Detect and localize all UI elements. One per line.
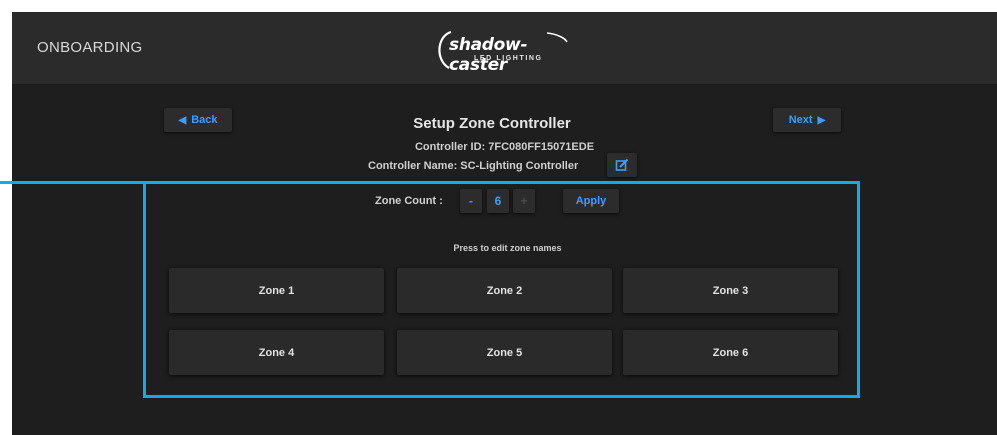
zone-count-label: Zone Count : (375, 195, 443, 207)
edit-icon (615, 158, 629, 171)
zone-count-increment-button[interactable]: + (513, 189, 535, 213)
zone-button-3[interactable]: Zone 3 (623, 268, 838, 313)
zone-button-1[interactable]: Zone 1 (169, 268, 384, 313)
zone-button-2[interactable]: Zone 2 (397, 268, 612, 313)
zone-button-6[interactable]: Zone 6 (623, 330, 838, 375)
page-title: ONBOARDING (37, 39, 143, 56)
app-screen: ONBOARDING shadow-caster LED LIGHTING ◀ … (12, 12, 997, 435)
edit-controller-name-button[interactable] (607, 153, 637, 177)
zone-button-5[interactable]: Zone 5 (397, 330, 612, 375)
apply-button[interactable]: Apply (563, 189, 619, 213)
zone-button-4[interactable]: Zone 4 (169, 330, 384, 375)
setup-heading: Setup Zone Controller (413, 115, 571, 132)
controller-id: Controller ID: 7FC080FF15071EDE (414, 141, 595, 153)
controller-name: Controller Name: SC-Lighting Controller (368, 160, 579, 172)
apply-button-label: Apply (575, 195, 607, 207)
zone-count-value: 6 (487, 189, 509, 213)
zone-edit-hint: Press to edit zone names (453, 243, 562, 253)
brand-logo: shadow-caster LED LIGHTING (427, 24, 577, 75)
top-bar: ONBOARDING shadow-caster LED LIGHTING (12, 12, 997, 85)
logo-sub-text: LED LIGHTING (474, 55, 543, 62)
zone-count-decrement-button[interactable]: - (460, 189, 482, 213)
